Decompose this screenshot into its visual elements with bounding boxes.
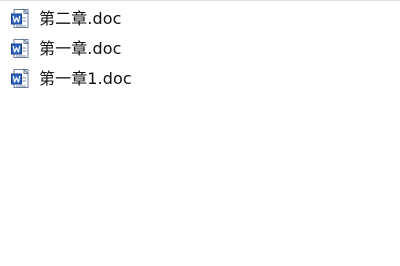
file-list: 第二章.doc 第一章.doc 第一章1.doc: [0, 0, 400, 266]
word-document-icon: [10, 8, 32, 30]
file-item-chapter-1-doc[interactable]: 第一章.doc: [10, 36, 122, 62]
file-name: 第一章1.doc: [39, 69, 132, 88]
file-name: 第二章.doc: [39, 9, 122, 28]
file-name: 第一章.doc: [39, 39, 122, 58]
file-item-chapter-1-copy-doc[interactable]: 第一章1.doc: [10, 66, 132, 92]
file-item-chapter-2-doc[interactable]: 第二章.doc: [10, 6, 122, 32]
word-document-icon: [10, 38, 32, 60]
word-document-icon: [10, 68, 32, 90]
